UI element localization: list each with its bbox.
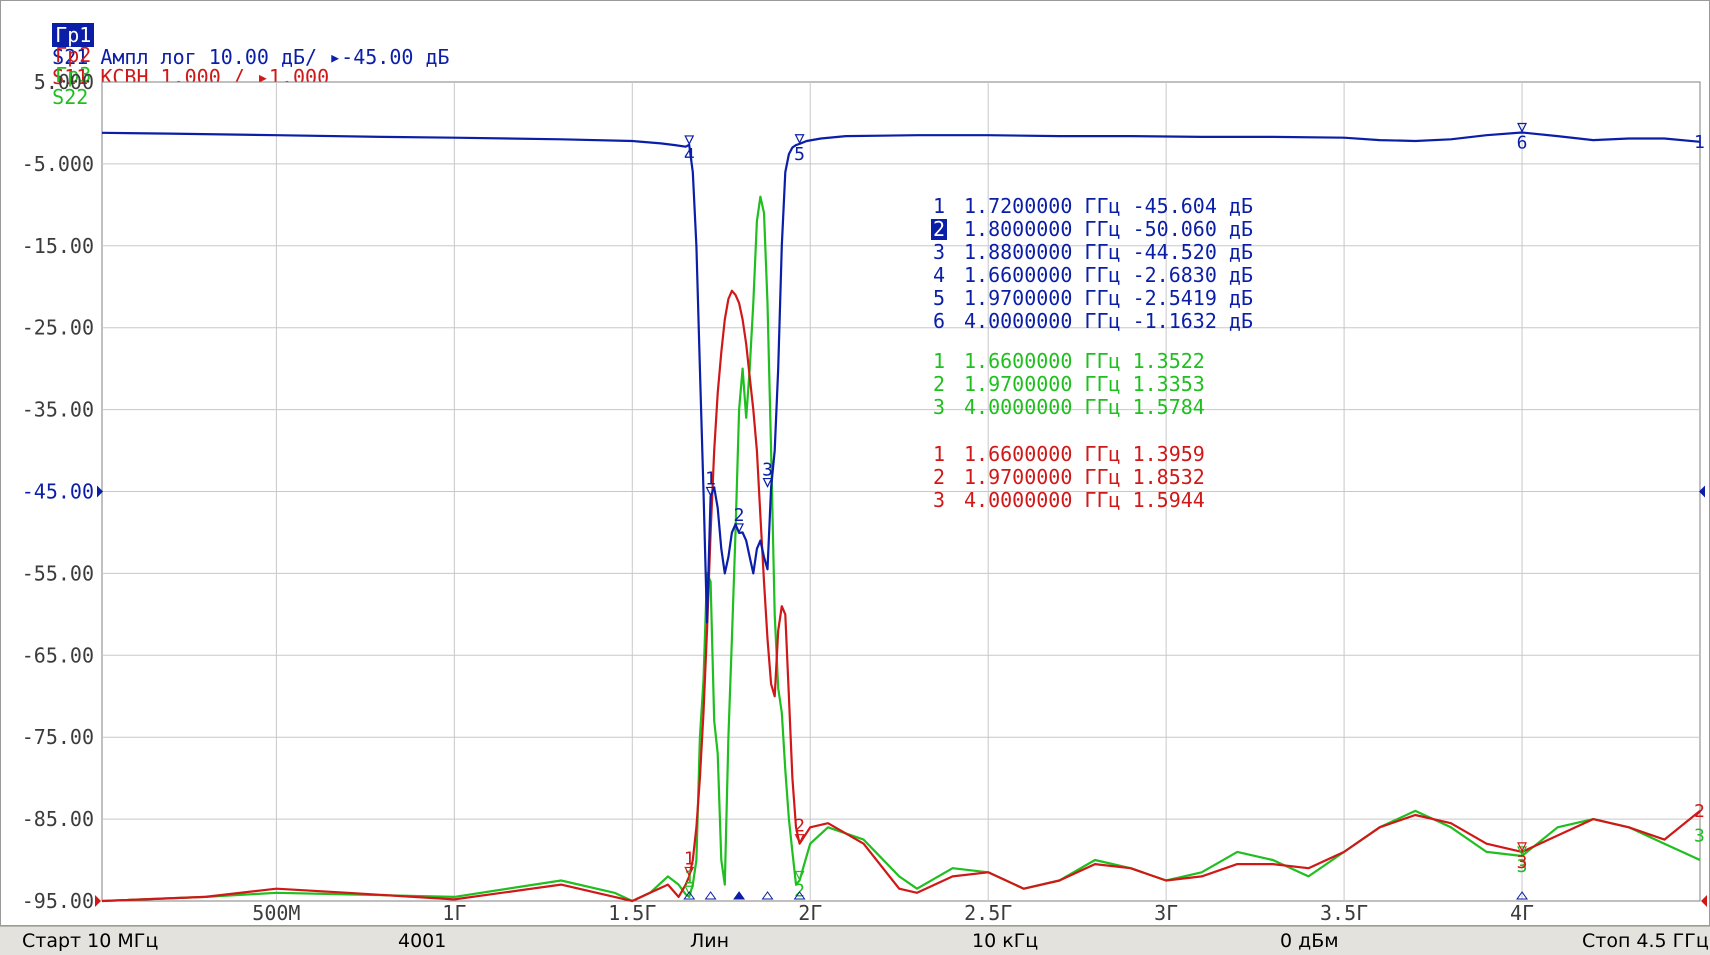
trace-end-label: 1 [1694,132,1705,153]
marker-readout-value: 1.9700000 ГГц 1.8532 [964,465,1205,489]
marker-label: 5 [794,144,805,165]
marker-readout-number: 4 [933,263,945,287]
marker-readout-value: 4.0000000 ГГц -1.1632 дБ [964,309,1253,333]
marker-label: 2 [794,881,805,902]
marker-readout-value: 4.0000000 ГГц 1.5944 [964,488,1205,512]
chart-area[interactable]: 5.000 -5.000 -15.00 -25.00 -35.00 -45.00 -55.0… [0,0,1710,926]
x-tick-label: 3.5Г [1320,901,1368,925]
x-tick-label: 500M [252,901,300,925]
y-tick-label: -25.00 [22,316,94,340]
marker-label: 2 [794,816,805,837]
status-points[interactable]: 4001 [398,930,446,952]
x-tick-label: 1.5Г [608,901,656,925]
marker-readout-number: 1 [933,349,945,373]
y-tick-label: -35.00 [22,398,94,422]
marker-readout-value: 1.9700000 ГГц -2.5419 дБ [964,286,1253,310]
y-tick-label: -85.00 [22,807,94,831]
marker-readout-number: 3 [933,240,945,264]
marker-readout-value: 1.6600000 ГГц 1.3522 [964,349,1205,373]
y-tick-label: -15.00 [22,234,94,258]
reference-arrow-left-s11[interactable] [95,895,101,907]
y-tick-label-reference: -45.00 [22,480,94,504]
marker-label: 6 [1517,132,1528,153]
marker-readout-number: 5 [933,286,945,310]
status-bar: Старт 10 МГц 4001 Лин 10 кГц 0 дБм Стоп … [0,926,1710,955]
marker-readout-number: 6 [933,309,945,333]
marker-readout-value: 1.8800000 ГГц -44.520 дБ [964,240,1253,264]
marker-readout-number: 3 [933,395,945,419]
marker-readout-number: 1 [933,194,945,218]
y-tick-label: -65.00 [22,643,94,667]
y-tick-label: -55.00 [22,561,94,585]
marker-label: 1 [705,468,716,489]
status-start[interactable]: Старт 10 МГц [22,930,158,952]
status-ifbw[interactable]: 10 кГц [972,930,1038,952]
marker-label: 3 [762,460,773,481]
x-tick-label: 3Г [1154,901,1178,925]
marker-readout-number: 2 [933,465,945,489]
marker-readout-value: 1.6600000 ГГц -2.6830 дБ [964,263,1253,287]
marker-label: 2 [734,505,745,526]
marker-readout-value: 1.7200000 ГГц -45.604 дБ [964,194,1253,218]
y-tick-label: 5.000 [34,70,94,94]
marker-label: 1 [684,848,695,869]
marker-readout-value: 1.9700000 ГГц 1.3353 [964,372,1205,396]
marker-readout-value: 1.8000000 ГГц -50.060 дБ [964,217,1253,241]
marker-label: 1 [684,867,695,888]
marker-readout-number: 1 [933,442,945,466]
marker-readout-number: 2 [933,217,945,241]
x-tick-label: 1Г [442,901,466,925]
marker-readout-value: 1.6600000 ГГц 1.3959 [964,442,1205,466]
marker-label: 4 [684,145,695,166]
x-tick-label: 4Г [1510,901,1534,925]
trace-end-label: 3 [1694,825,1705,846]
trace-end-label: 2 [1694,801,1705,822]
y-tick-label: -75.00 [22,725,94,749]
marker-readout-number: 3 [933,488,945,512]
status-power[interactable]: 0 дБм [1280,930,1339,952]
x-tick-label: 2Г [798,901,822,925]
reference-arrow-right-s11[interactable] [1701,895,1707,907]
y-tick-label: -95.00 [22,889,94,913]
status-stop[interactable]: Стоп 4.5 ГГц [1582,930,1709,952]
status-sweep-type[interactable]: Лин [690,930,729,952]
marker-readout-number: 2 [933,372,945,396]
marker-label: 3 [1517,852,1528,873]
marker-readout-value: 4.0000000 ГГц 1.5784 [964,395,1205,419]
x-tick-label: 2.5Г [964,901,1012,925]
y-tick-label: -5.000 [22,152,94,176]
